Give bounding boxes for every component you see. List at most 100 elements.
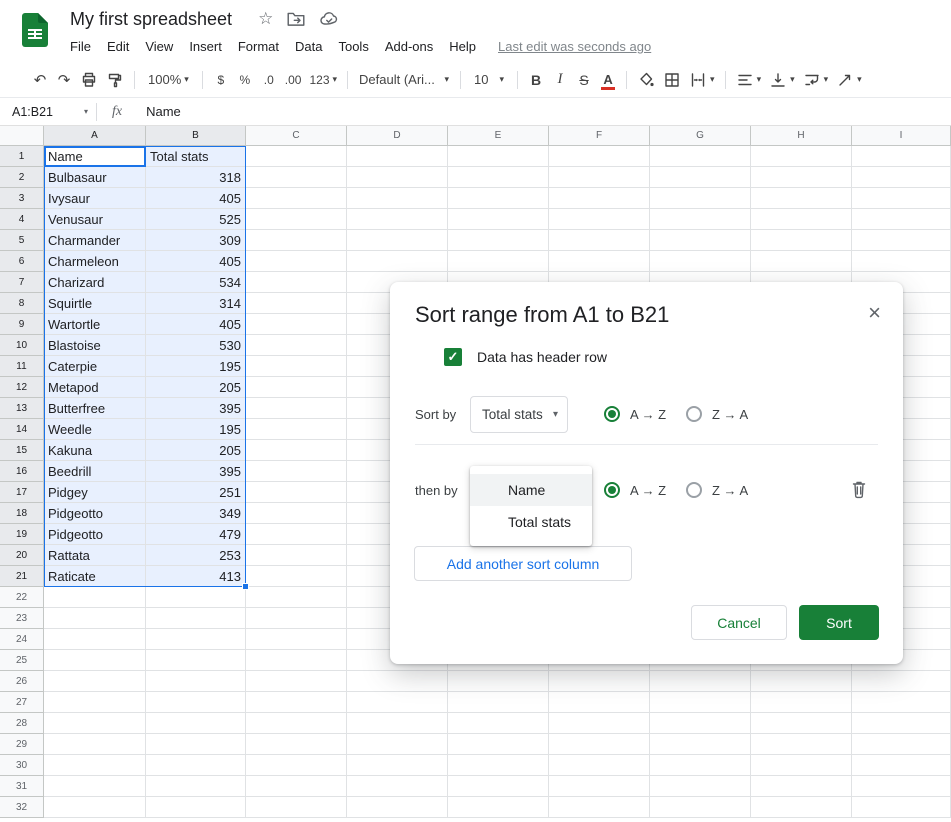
text-color-button[interactable]: A	[596, 67, 620, 93]
header-row-option[interactable]: ✓ Data has header row	[444, 348, 607, 366]
cell-A15[interactable]: Kakuna	[44, 440, 146, 461]
cell-A23[interactable]	[44, 608, 146, 629]
cell-E28[interactable]	[448, 713, 549, 734]
cell-A31[interactable]	[44, 776, 146, 797]
cell-F29[interactable]	[549, 734, 650, 755]
selection-fill-handle[interactable]	[242, 583, 249, 590]
cell-I5[interactable]	[852, 230, 951, 251]
cell-D30[interactable]	[347, 755, 448, 776]
undo-button[interactable]: ↶	[28, 67, 52, 93]
menu-view[interactable]: View	[137, 39, 181, 54]
menu-format[interactable]: Format	[230, 39, 287, 54]
cell-C14[interactable]	[246, 419, 347, 440]
menu-add-ons[interactable]: Add-ons	[377, 39, 441, 54]
cell-C13[interactable]	[246, 398, 347, 419]
cell-B7[interactable]: 534	[146, 272, 246, 293]
cell-B28[interactable]	[146, 713, 246, 734]
horizontal-align-dropdown[interactable]: ▾	[732, 67, 766, 93]
merge-cells-dropdown[interactable]: ▾	[685, 67, 719, 93]
row-header-32[interactable]: 32	[0, 797, 44, 818]
cell-C15[interactable]	[246, 440, 347, 461]
row-header-13[interactable]: 13	[0, 398, 44, 419]
cell-H29[interactable]	[751, 734, 852, 755]
row-header-6[interactable]: 6	[0, 251, 44, 272]
menu-help[interactable]: Help	[441, 39, 484, 54]
cell-I28[interactable]	[852, 713, 951, 734]
cell-F27[interactable]	[549, 692, 650, 713]
cell-A3[interactable]: Ivysaur	[44, 188, 146, 209]
redo-button[interactable]: ↷	[52, 67, 76, 93]
column-header-D[interactable]: D	[347, 126, 448, 146]
menu-data[interactable]: Data	[287, 39, 330, 54]
cell-G1[interactable]	[650, 146, 751, 167]
row-header-23[interactable]: 23	[0, 608, 44, 629]
add-sort-column-button[interactable]: Add another sort column	[414, 546, 632, 581]
fill-color-button[interactable]	[633, 67, 659, 93]
cell-G2[interactable]	[650, 167, 751, 188]
cell-A17[interactable]: Pidgey	[44, 482, 146, 503]
sort-by-dropdown[interactable]: Total stats ▾	[470, 396, 568, 433]
cell-C20[interactable]	[246, 545, 347, 566]
paint-format-button[interactable]	[102, 67, 128, 93]
cell-G3[interactable]	[650, 188, 751, 209]
row-header-21[interactable]: 21	[0, 566, 44, 587]
cell-I32[interactable]	[852, 797, 951, 818]
formula-input[interactable]: Name	[146, 104, 181, 119]
cell-C17[interactable]	[246, 482, 347, 503]
column-header-F[interactable]: F	[549, 126, 650, 146]
column-header-C[interactable]: C	[246, 126, 347, 146]
cell-C29[interactable]	[246, 734, 347, 755]
cell-H32[interactable]	[751, 797, 852, 818]
text-wrap-dropdown[interactable]: ▾	[799, 67, 833, 93]
cell-A6[interactable]: Charmeleon	[44, 251, 146, 272]
cell-D1[interactable]	[347, 146, 448, 167]
last-edit-status[interactable]: Last edit was seconds ago	[498, 39, 651, 54]
cell-H3[interactable]	[751, 188, 852, 209]
cell-G30[interactable]	[650, 755, 751, 776]
cell-G26[interactable]	[650, 671, 751, 692]
cell-A29[interactable]	[44, 734, 146, 755]
cell-C16[interactable]	[246, 461, 347, 482]
cell-F1[interactable]	[549, 146, 650, 167]
cell-G5[interactable]	[650, 230, 751, 251]
cell-A19[interactable]: Pidgeotto	[44, 524, 146, 545]
sort-button[interactable]: Sort	[799, 605, 879, 640]
row-header-3[interactable]: 3	[0, 188, 44, 209]
cell-D6[interactable]	[347, 251, 448, 272]
cell-A9[interactable]: Wartortle	[44, 314, 146, 335]
cell-D32[interactable]	[347, 797, 448, 818]
cell-D28[interactable]	[347, 713, 448, 734]
cell-C19[interactable]	[246, 524, 347, 545]
cell-B1[interactable]: Total stats	[146, 146, 246, 167]
row-header-20[interactable]: 20	[0, 545, 44, 566]
menu-edit[interactable]: Edit	[99, 39, 137, 54]
sort1-desc-radio[interactable]	[686, 406, 702, 422]
cell-A26[interactable]	[44, 671, 146, 692]
cell-D27[interactable]	[347, 692, 448, 713]
cell-F5[interactable]	[549, 230, 650, 251]
cell-G27[interactable]	[650, 692, 751, 713]
cell-A16[interactable]: Beedrill	[44, 461, 146, 482]
column-header-G[interactable]: G	[650, 126, 751, 146]
cell-A18[interactable]: Pidgeotto	[44, 503, 146, 524]
cell-D26[interactable]	[347, 671, 448, 692]
row-header-5[interactable]: 5	[0, 230, 44, 251]
cell-B25[interactable]	[146, 650, 246, 671]
cell-A7[interactable]: Charizard	[44, 272, 146, 293]
cell-E5[interactable]	[448, 230, 549, 251]
delete-sort-column-button[interactable]	[850, 479, 870, 501]
cell-E26[interactable]	[448, 671, 549, 692]
strikethrough-button[interactable]: S	[572, 67, 596, 93]
cell-E30[interactable]	[448, 755, 549, 776]
row-header-27[interactable]: 27	[0, 692, 44, 713]
row-header-12[interactable]: 12	[0, 377, 44, 398]
cell-B15[interactable]: 205	[146, 440, 246, 461]
cell-C7[interactable]	[246, 272, 347, 293]
cell-C1[interactable]	[246, 146, 347, 167]
row-header-7[interactable]: 7	[0, 272, 44, 293]
cell-B23[interactable]	[146, 608, 246, 629]
cell-A14[interactable]: Weedle	[44, 419, 146, 440]
cell-A2[interactable]: Bulbasaur	[44, 167, 146, 188]
cell-E1[interactable]	[448, 146, 549, 167]
format-percent-button[interactable]: %	[233, 67, 257, 93]
